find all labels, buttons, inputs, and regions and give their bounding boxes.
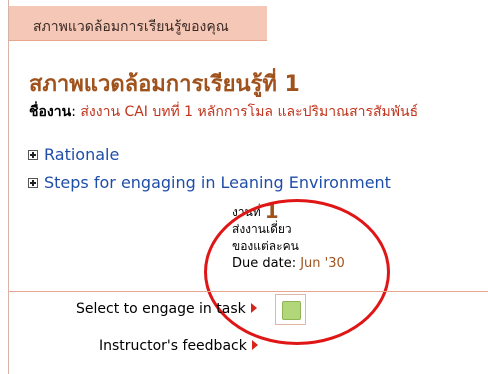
expand-plus-icon[interactable] <box>28 149 38 160</box>
due-date-label: Due date: <box>232 256 297 271</box>
right-arrow-icon <box>251 340 258 350</box>
steps-link[interactable]: Steps for engaging in Leaning Environmen… <box>44 173 391 192</box>
select-task-label: Select to engage in task <box>76 301 246 317</box>
select-task-button[interactable] <box>275 294 306 325</box>
instructor-feedback-row: Instructor's feedback <box>99 338 258 354</box>
task-number-label: งานที่ <box>232 205 261 219</box>
environment-tab-label: สภาพแวดล้อมการเรียนรู้ของคุณ <box>33 19 229 35</box>
task-name-separator: : <box>71 104 81 120</box>
section-divider <box>9 291 488 292</box>
task-name-label: ชื่องาน <box>29 104 72 120</box>
task-number-row: งานที่ 1 <box>232 201 382 221</box>
task-info-box: งานที่ 1 ส่งงานเดี่ยว ของแต่ละคน Due date… <box>232 201 382 272</box>
due-date-row: Due date: Jun '30 <box>232 255 382 272</box>
rationale-link[interactable]: Rationale <box>44 145 119 164</box>
task-ownership: ของแต่ละคน <box>232 239 299 253</box>
due-date-value: Jun '30 <box>300 256 345 271</box>
task-name-value: ส่งงาน CAI บทที่ 1 หลักการโมล และปริมาณส… <box>80 104 419 120</box>
task-number-value: 1 <box>264 199 279 223</box>
green-square-icon[interactable] <box>282 301 301 320</box>
steps-expander[interactable]: Steps for engaging in Leaning Environmen… <box>28 173 391 192</box>
rationale-expander[interactable]: Rationale <box>28 145 119 164</box>
instructor-feedback-label: Instructor's feedback <box>99 338 247 354</box>
expand-plus-icon[interactable] <box>28 177 38 188</box>
task-name-line: ชื่องาน: ส่งงาน CAI บทที่ 1 หลักการโมล แ… <box>29 101 418 123</box>
task-type: ส่งงานเดี่ยว <box>232 222 292 236</box>
page-title: สภาพแวดล้อมการเรียนรู้ที่ 1 <box>29 72 300 97</box>
left-border <box>8 0 9 374</box>
select-task-row: Select to engage in task <box>76 301 257 317</box>
right-arrow-icon <box>250 303 257 313</box>
environment-tab[interactable]: สภาพแวดล้อมการเรียนรู้ของคุณ <box>9 6 267 41</box>
